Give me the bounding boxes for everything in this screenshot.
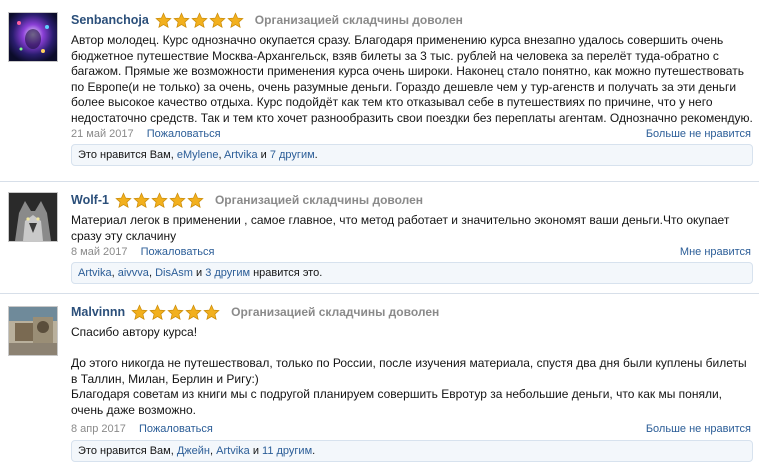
username[interactable]: Senbanchoja — [71, 13, 149, 27]
likes-suffix: . — [312, 445, 316, 457]
star-icon — [173, 11, 190, 28]
review-item: Malvinnn Организацией складчины доволен … — [0, 294, 759, 470]
liker-link[interactable]: Джейн — [177, 445, 210, 457]
avatar[interactable] — [8, 12, 58, 62]
star-icon — [131, 303, 148, 320]
review-date[interactable]: 8 май 2017 — [71, 246, 128, 258]
star-icon — [155, 11, 172, 28]
likes-and: и — [249, 445, 263, 457]
likes-prefix: Это нравится Вам, — [78, 149, 177, 161]
report-link[interactable]: Пожаловаться — [141, 246, 215, 258]
avatar[interactable] — [8, 306, 58, 356]
likes-and: и — [192, 267, 206, 279]
likes-and: и — [257, 149, 270, 161]
rating-stars — [155, 11, 245, 29]
username[interactable]: Malvinnn — [71, 305, 125, 319]
likes-summary: Это нравится Вам, eMylene, Artvika и 7 д… — [71, 144, 753, 166]
likes-others-link[interactable]: 11 другим — [262, 445, 312, 457]
liker-link[interactable]: aivvva — [118, 267, 149, 279]
likes-suffix: . — [314, 149, 318, 161]
star-icon — [167, 303, 184, 320]
liker-link[interactable]: Artvika — [216, 445, 250, 457]
username[interactable]: Wolf-1 — [71, 193, 109, 207]
likes-others-link[interactable]: 3 другим — [205, 267, 250, 279]
star-icon — [169, 191, 186, 208]
likes-summary: Artvika, aivvva, DisAsm и 3 другим нрави… — [71, 262, 753, 284]
star-icon — [191, 11, 208, 28]
liker-link[interactable]: Artvika — [78, 267, 112, 279]
review-date[interactable]: 8 апр 2017 — [71, 423, 126, 435]
liker-link[interactable]: Artvika — [224, 149, 258, 161]
review-text: Спасибо автору курса! До этого никогда н… — [71, 325, 747, 417]
star-icon — [133, 191, 150, 208]
report-link[interactable]: Пожаловаться — [147, 128, 221, 140]
star-icon — [203, 303, 220, 320]
liker-link[interactable]: DisAsm — [155, 267, 193, 279]
likes-summary: Это нравится Вам, Джейн, Artvika и 11 др… — [71, 440, 753, 462]
rating-label: Организацией складчины доволен — [254, 13, 463, 27]
unlike-button[interactable]: Больше не нравится — [646, 128, 751, 140]
star-icon — [151, 191, 168, 208]
like-button[interactable]: Мне нравится — [680, 246, 751, 258]
rating-stars — [131, 303, 221, 321]
rating-stars — [115, 191, 205, 209]
rating-label: Организацией складчины доволен — [214, 193, 424, 207]
review-item: Senbanchoja Организацией складчины довол… — [0, 0, 759, 182]
star-icon — [115, 191, 132, 208]
likes-others-link[interactable]: 7 другим — [270, 149, 315, 161]
review-text: Автор молодец. Курс однозначно окупается… — [71, 33, 753, 125]
review-text: Материал легок в применении , самое глав… — [71, 213, 730, 243]
star-icon — [209, 11, 226, 28]
likes-prefix: Это нравится Вам, — [78, 445, 177, 457]
review-date[interactable]: 21 май 2017 — [71, 128, 134, 140]
likes-suffix: нравится это. — [250, 267, 323, 279]
rating-label: Организацией складчины доволен — [231, 305, 440, 319]
star-icon — [227, 11, 244, 28]
star-icon — [187, 191, 204, 208]
star-icon — [185, 303, 202, 320]
review-item: Wolf-1 Организацией складчины доволен Ма… — [0, 182, 759, 294]
report-link[interactable]: Пожаловаться — [139, 423, 213, 435]
star-icon — [149, 303, 166, 320]
unlike-button[interactable]: Больше не нравится — [646, 423, 751, 435]
avatar[interactable] — [8, 192, 58, 242]
liker-link[interactable]: eMylene — [177, 149, 219, 161]
